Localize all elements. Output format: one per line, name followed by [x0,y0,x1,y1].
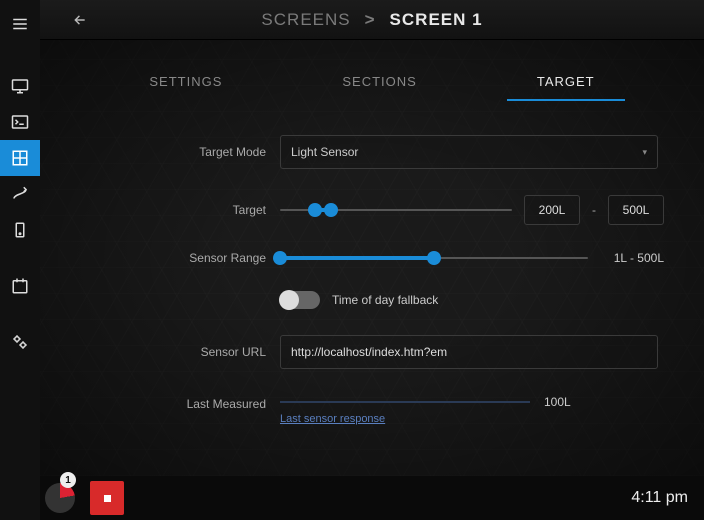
main-panel: SCREENS > SCREEN 1 SETTINGS SECTIONS TAR… [40,0,704,520]
device-icon[interactable] [0,212,40,248]
tab-settings[interactable]: SETTINGS [119,68,252,101]
breadcrumb-root: SCREENS [261,10,350,30]
sensor-url-input[interactable] [280,335,658,369]
terminal-icon[interactable] [0,104,40,140]
last-sensor-response-link[interactable]: Last sensor response [280,413,385,425]
target-slider-thumb-max[interactable] [324,203,338,217]
sidebar [0,0,40,520]
sensor-url-label: Sensor URL [80,345,280,359]
tab-target[interactable]: TARGET [507,68,625,101]
menu-icon[interactable] [0,6,40,42]
target-mode-label: Target Mode [80,145,280,159]
breadcrumb: SCREENS > SCREEN 1 [40,10,704,30]
stop-button[interactable] [90,481,124,515]
target-label: Target [80,203,280,217]
breadcrumb-separator: > [365,10,376,30]
target-mode-value: Light Sensor [291,145,358,159]
settings-icon[interactable] [0,324,40,360]
content: SETTINGS SECTIONS TARGET Target Mode Lig… [40,40,704,476]
footer: 1 4:11 pm [40,476,704,520]
header: SCREENS > SCREEN 1 [40,0,704,40]
last-measured-bar [280,401,530,403]
notification-badge: 1 [60,472,76,488]
breadcrumb-current: SCREEN 1 [390,10,483,30]
route-icon[interactable] [0,176,40,212]
target-max-box[interactable]: 500L [608,195,664,225]
stop-icon [104,495,111,502]
gauge-button[interactable]: 1 [40,476,80,520]
tab-sections[interactable]: SECTIONS [312,68,446,101]
app-root: SCREENS > SCREEN 1 SETTINGS SECTIONS TAR… [0,0,704,520]
calendar-icon[interactable] [0,268,40,304]
target-slider-thumb-min[interactable] [308,203,322,217]
clock: 4:11 pm [631,489,688,507]
sensor-range-thumb-min[interactable] [273,251,287,265]
monitor-icon[interactable] [0,68,40,104]
sensor-range-thumb-max[interactable] [427,251,441,265]
last-measured-value: 100L [544,395,571,409]
back-button[interactable] [60,13,100,27]
fallback-toggle-label: Time of day fallback [332,293,438,307]
range-dash: - [592,203,596,217]
target-mode-select[interactable]: Light Sensor ▾ [280,135,658,169]
sensor-range-slider[interactable] [280,257,588,259]
last-measured-label: Last Measured [80,395,280,411]
sensor-range-text: 1L - 500L [614,251,664,265]
target-min-box[interactable]: 200L [524,195,580,225]
target-slider[interactable] [280,209,512,211]
fallback-toggle[interactable] [280,291,320,309]
chevron-down-icon: ▾ [642,147,647,158]
tabs: SETTINGS SECTIONS TARGET [80,40,664,101]
sensor-range-label: Sensor Range [80,251,280,265]
grid-icon[interactable] [0,140,40,176]
